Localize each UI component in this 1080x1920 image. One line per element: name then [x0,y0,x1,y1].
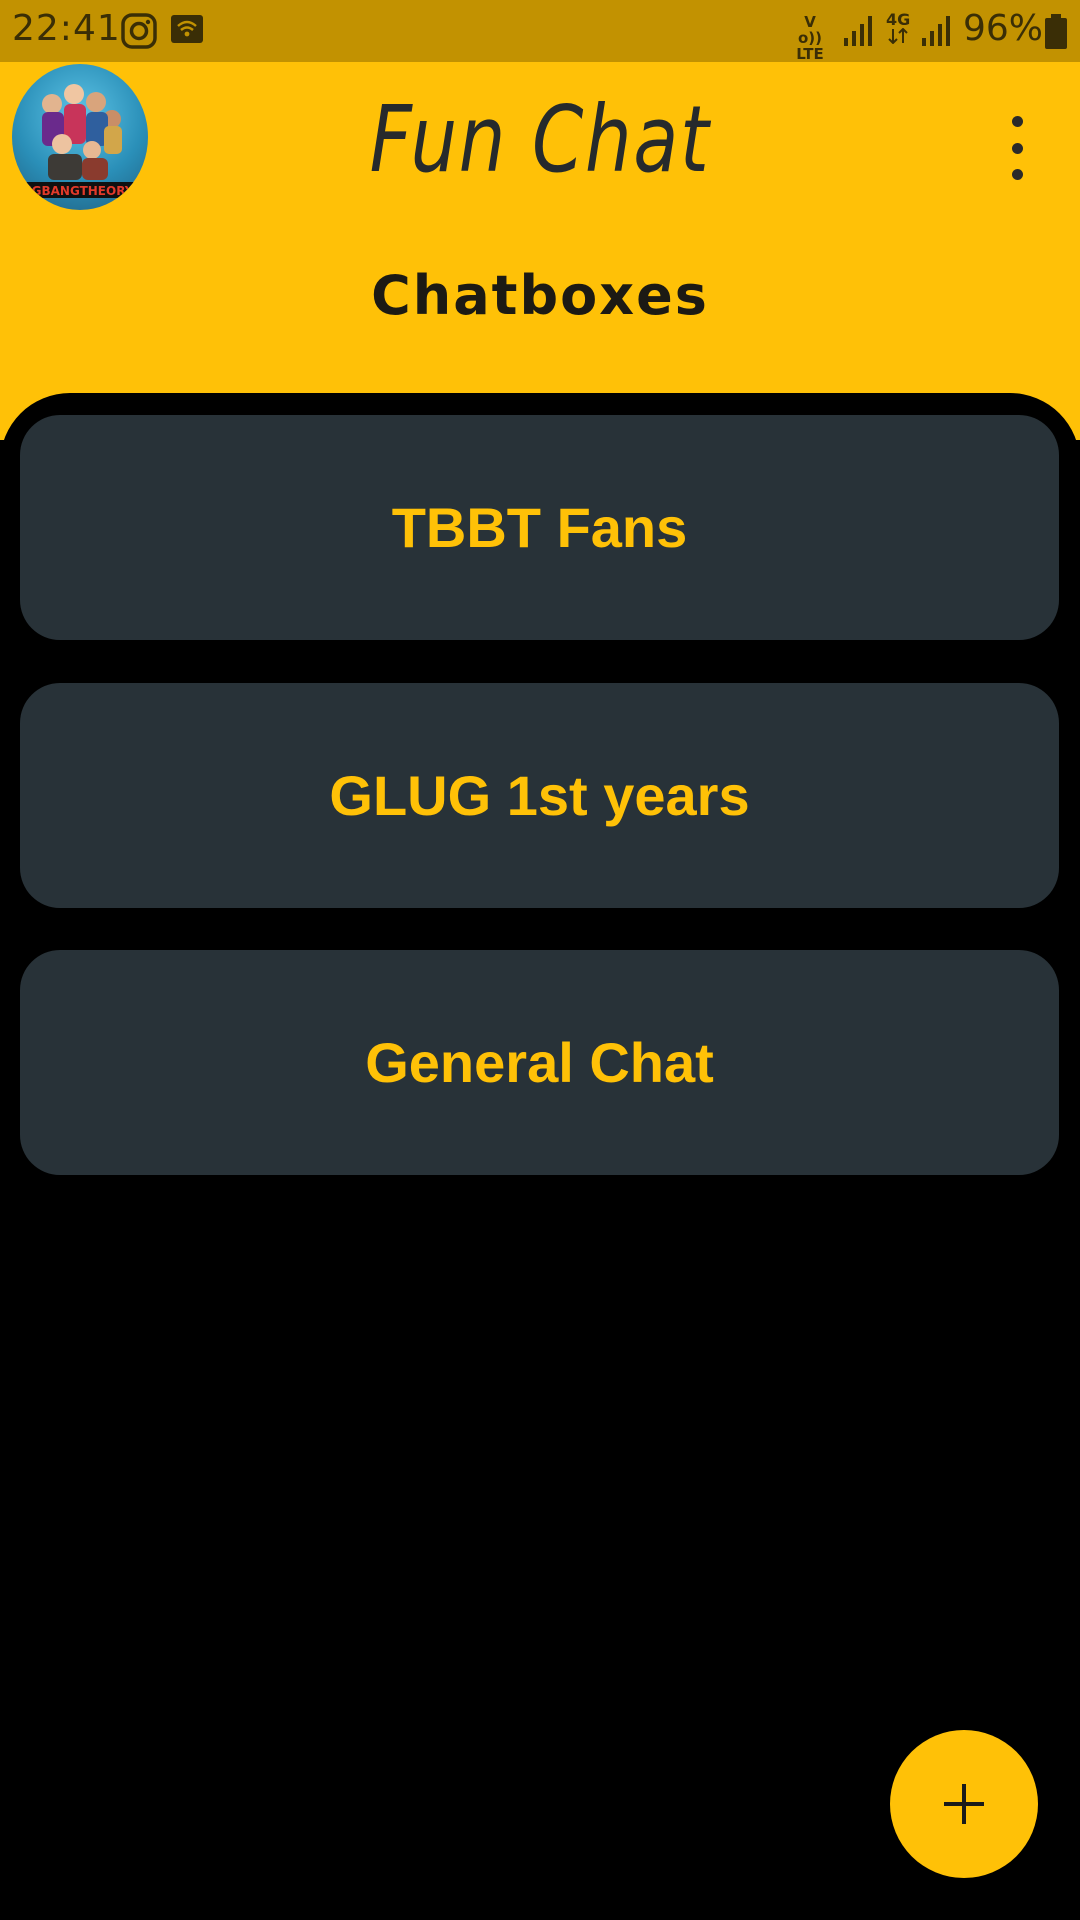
status-time: 22:41 [12,8,121,49]
chat-card-label: TBBT Fans [391,496,688,559]
more-vert-icon-dot [1011,142,1023,154]
battery-percentage: 96% [963,8,1044,49]
more-options-button[interactable] [992,110,1042,186]
chat-card-label: GLUG 1st years [329,764,750,827]
chat-card-tbbt-fans[interactable]: TBBT Fans [20,415,1059,640]
app-title: Fun Chat [369,86,711,193]
volte-text: Vo)) LTE [796,13,824,63]
4g-indicator: 4G [886,12,910,47]
plus-icon [944,1784,984,1824]
add-chat-button[interactable] [890,1730,1038,1878]
4g-text: 4G [886,10,911,29]
chat-card-glug-1st-years[interactable]: GLUG 1st years [20,683,1059,908]
chat-list: TBBT Fans GLUG 1st years General Chat [0,393,1080,1920]
status-bar: 22:41 Vo)) LTE 4G 96% [0,0,1080,62]
chat-card-label: General Chat [365,1031,714,1094]
app-header: BIGBANGTHEORY Fun Chat Chatboxes [0,62,1080,440]
wifi-hotspot-icon [171,15,203,43]
more-vert-icon-dot [1011,169,1023,180]
chat-card-general-chat[interactable]: General Chat [20,950,1059,1175]
data-arrows-icon [888,27,908,45]
battery-icon [1045,14,1067,49]
screen: 22:41 Vo)) LTE 4G 96% BIGBANGTHEORY Fun … [0,0,1080,1920]
volte-indicator: Vo)) LTE [793,14,827,62]
section-title: Chatboxes [371,264,709,327]
more-vert-icon-dot [1011,116,1023,127]
signal-icon-2 [922,16,950,46]
signal-icon [844,16,872,46]
instagram-icon [121,13,157,49]
